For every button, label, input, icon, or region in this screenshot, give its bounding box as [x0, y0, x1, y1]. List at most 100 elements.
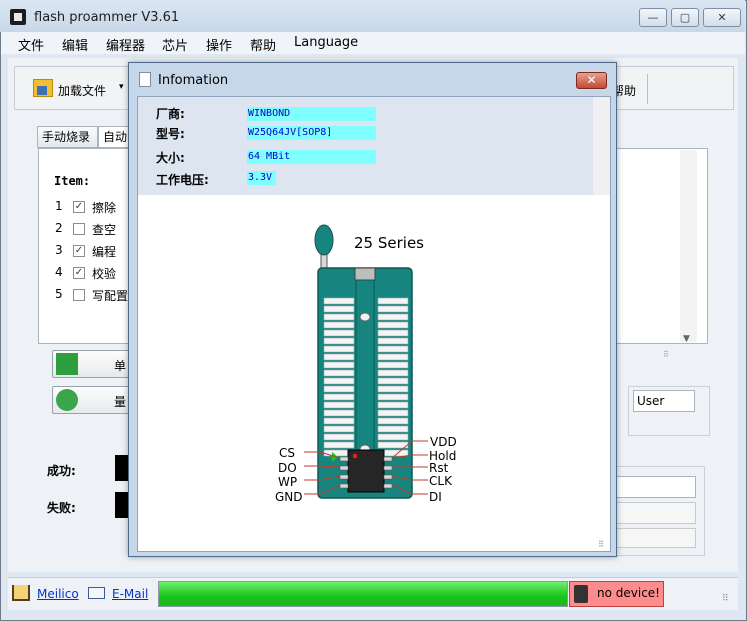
vertical-scrollbar[interactable]	[680, 150, 697, 342]
size-value: 64 MBit	[247, 150, 376, 164]
socket-contact-slot	[323, 385, 355, 393]
pin-label-vdd: VDD	[430, 435, 457, 449]
pin-label-rst: Rst	[429, 461, 449, 475]
item-number: 5	[55, 287, 63, 301]
socket-contact-slot	[323, 305, 355, 313]
usb-device-icon	[574, 585, 588, 603]
socket-lever-knob	[314, 224, 334, 256]
meilico-link[interactable]: Meilico	[37, 587, 79, 601]
socket-contact-slot	[377, 305, 409, 313]
menu-chip[interactable]: 芯片	[162, 35, 188, 54]
chip-leg	[339, 474, 349, 480]
socket-contact-slot	[377, 433, 409, 441]
scroll-down-icon[interactable]: ▼	[683, 334, 690, 344]
chip-leg	[339, 483, 349, 489]
socket-top-tab	[354, 267, 376, 281]
chip-leg	[383, 474, 393, 480]
socket-contact-slot	[323, 441, 355, 449]
socket-contact-slot	[323, 393, 355, 401]
menu-file[interactable]: 文件	[18, 35, 44, 54]
blank-check-checkbox[interactable]	[73, 223, 85, 235]
dialog-close-button[interactable]: ✕	[576, 72, 607, 89]
item-number: 2	[55, 221, 63, 235]
socket-contact-slot	[377, 369, 409, 377]
tab-manual[interactable]: 手动烧录	[37, 126, 98, 148]
socket-contact-slot	[323, 337, 355, 345]
chip-pin1-marker	[353, 454, 357, 458]
socket-contact-slot	[323, 329, 355, 337]
socket-contact-slot	[323, 297, 355, 305]
recycle-icon	[56, 389, 78, 411]
pin-label-gnd: GND	[275, 490, 303, 504]
socket-contact-slot	[323, 353, 355, 361]
manufacturer-value: WINBOND	[247, 107, 376, 121]
batch-button-label: 量	[114, 395, 127, 409]
program-checkbox[interactable]: ✓	[73, 245, 85, 257]
load-file-button[interactable]: 加载文件	[58, 82, 106, 99]
grip-icon: ⠿	[663, 350, 669, 359]
mail-icon[interactable]	[88, 587, 105, 599]
menu-help[interactable]: 帮助	[250, 35, 276, 54]
erase-checkbox[interactable]: ✓	[73, 201, 85, 213]
email-link[interactable]: E-Mail	[112, 587, 148, 601]
success-counter	[115, 455, 129, 481]
manufacturer-label: 厂商:	[156, 107, 185, 121]
download-arrow-icon	[56, 353, 78, 375]
success-label: 成功:	[47, 464, 76, 478]
right-input-3[interactable]	[615, 528, 696, 548]
minimize-button[interactable]: —	[639, 8, 667, 27]
menu-edit[interactable]: 编辑	[62, 35, 88, 54]
model-label: 型号:	[156, 127, 185, 141]
home-icon[interactable]	[12, 585, 30, 601]
user-field[interactable]: User	[633, 390, 695, 412]
maximize-button[interactable]: ▢	[671, 8, 699, 27]
socket-contact-slot	[323, 377, 355, 385]
right-input-1[interactable]	[615, 476, 696, 498]
app-icon	[10, 9, 26, 25]
socket-contact-slot	[377, 361, 409, 369]
fail-label: 失败:	[47, 501, 76, 515]
folder-icon[interactable]	[33, 79, 53, 97]
info-scrollbar[interactable]	[593, 97, 610, 195]
pin-label-do: DO	[278, 461, 297, 475]
menu-language[interactable]: Language	[294, 35, 358, 50]
socket-contact-slot	[377, 353, 409, 361]
socket-contact-slot	[377, 441, 409, 449]
right-input-2[interactable]	[615, 502, 696, 524]
document-icon	[139, 72, 151, 87]
socket-contact-slot	[323, 321, 355, 329]
chip-leg	[339, 456, 349, 462]
chip-leg	[383, 456, 393, 462]
pin-label-cs: CS	[279, 446, 295, 460]
socket-contact-slot	[377, 425, 409, 433]
chip-leg	[383, 465, 393, 471]
socket-contact-slot	[377, 321, 409, 329]
tab-auto[interactable]: 自动	[98, 126, 132, 148]
menu-programmer[interactable]: 编程器	[106, 35, 145, 54]
verify-checkbox[interactable]: ✓	[73, 267, 85, 279]
chip-leg	[383, 483, 393, 489]
fail-counter	[115, 492, 129, 518]
toolbar-divider	[647, 74, 648, 104]
resize-grip-icon[interactable]: ⠿	[722, 594, 729, 604]
socket-contact-slot	[377, 345, 409, 353]
chevron-down-icon[interactable]: ▾	[119, 82, 124, 92]
socket-contact-slot	[377, 313, 409, 321]
write-config-checkbox[interactable]	[73, 289, 85, 301]
menu-operation[interactable]: 操作	[206, 35, 232, 54]
socket-contact-slot	[323, 401, 355, 409]
item-number: 3	[55, 243, 63, 257]
voltage-value: 3.3V	[247, 171, 276, 185]
dialog-resize-grip-icon[interactable]: ⠿	[598, 540, 604, 549]
socket-contact-slot	[377, 401, 409, 409]
socket-contact-slot	[323, 433, 355, 441]
close-button[interactable]: ✕	[703, 8, 741, 27]
socket-contact-slot	[323, 417, 355, 425]
model-value: W25Q64JV[SOP8]	[247, 126, 376, 140]
size-label: 大小:	[156, 151, 185, 165]
socket-contact-slot	[377, 337, 409, 345]
socket-contact-slot	[377, 297, 409, 305]
item-label: 擦除	[92, 201, 117, 215]
item-number: 1	[55, 199, 63, 213]
pin-label-clk: CLK	[429, 474, 452, 488]
